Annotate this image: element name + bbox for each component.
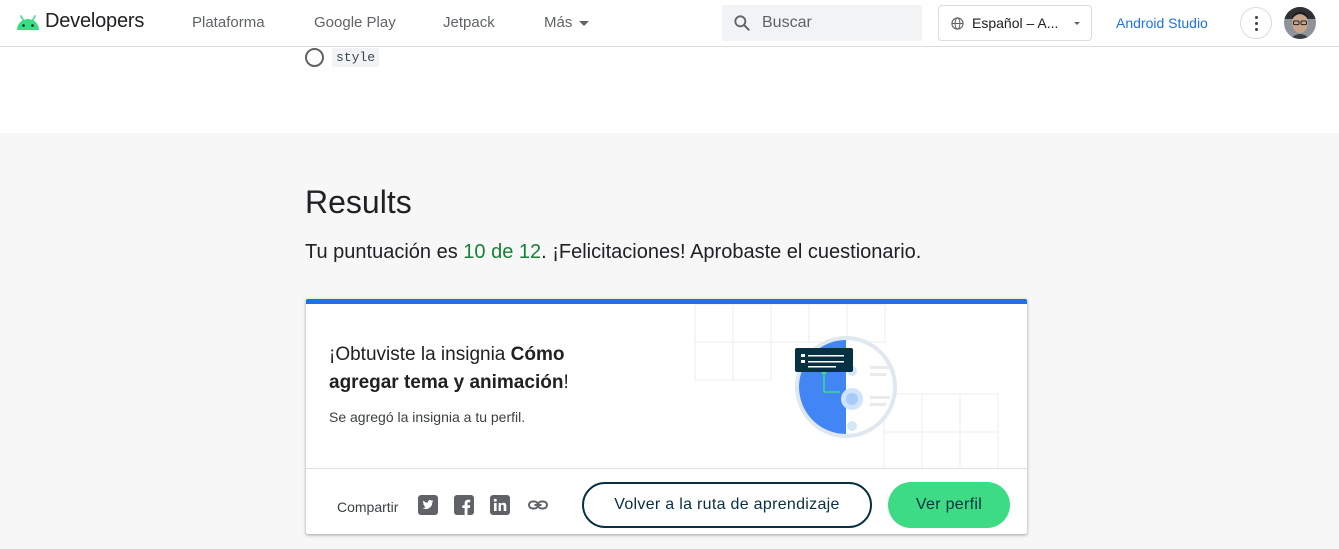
android-studio-link[interactable]: Android Studio [1116, 15, 1208, 31]
score-value: 10 de 12 [463, 241, 542, 263]
search-box[interactable] [722, 5, 922, 41]
android-logo-icon [17, 14, 39, 30]
nav-jetpack[interactable]: Jetpack [443, 14, 495, 31]
facebook-icon[interactable] [454, 495, 474, 515]
avatar-image [1284, 7, 1316, 39]
search-icon [734, 15, 750, 31]
top-app-bar: Developers Plataforma Google Play Jetpac… [0, 0, 1339, 47]
card-divider [306, 468, 1027, 469]
back-to-learning-path-button[interactable]: Volver a la ruta de aprendizaje [582, 482, 872, 528]
link-icon[interactable] [528, 495, 548, 515]
option-code-text: style [332, 48, 380, 67]
user-avatar[interactable] [1284, 7, 1316, 39]
nav-google-play[interactable]: Google Play [314, 14, 396, 31]
twitter-icon[interactable] [418, 495, 438, 515]
badge-heading-prefix: ¡Obtuviste la insignia [329, 344, 511, 365]
score-suffix: . ¡Felicitaciones! Aprobaste el cuestion… [541, 241, 922, 263]
view-profile-button[interactable]: Ver perfil [888, 482, 1010, 528]
brand-name: Developers [45, 10, 145, 32]
badge-heading: ¡Obtuviste la insignia Cómo agregar tema… [329, 341, 629, 397]
badge-subtext: Se agregó la insignia a tu perfil. [329, 409, 526, 425]
nav-plataforma[interactable]: Plataforma [192, 14, 265, 31]
chevron-down-icon [579, 20, 590, 26]
dropdown-caret-icon [1074, 22, 1080, 25]
radio-button[interactable] [305, 48, 324, 67]
developers-home-link[interactable]: Developers [15, 10, 144, 33]
quiz-option[interactable]: style [305, 48, 380, 67]
more-vert-icon [1254, 15, 1258, 19]
nav-more-menu[interactable]: Más [544, 14, 590, 31]
nav-more-label: Más [544, 14, 573, 31]
language-selector[interactable]: Español – A... [938, 5, 1092, 41]
score-prefix: Tu puntuación es [305, 241, 464, 263]
badge-message: ¡Obtuviste la insignia Cómo agregar tema… [329, 341, 629, 425]
badge-heading-suffix: ! [563, 372, 569, 393]
score-summary: Tu puntuación es 10 de 12. ¡Felicitacion… [305, 241, 921, 264]
search-input[interactable] [762, 14, 912, 32]
more-options-button[interactable] [1240, 7, 1272, 39]
badge-card: ¡Obtuviste la insignia Cómo agregar tema… [306, 299, 1027, 534]
language-label: Español – A... [972, 15, 1059, 31]
linkedin-icon[interactable] [490, 495, 510, 515]
results-title: Results [305, 184, 412, 220]
badge-illustration [694, 304, 999, 469]
share-label: Compartir [337, 499, 399, 515]
globe-icon [951, 16, 964, 30]
